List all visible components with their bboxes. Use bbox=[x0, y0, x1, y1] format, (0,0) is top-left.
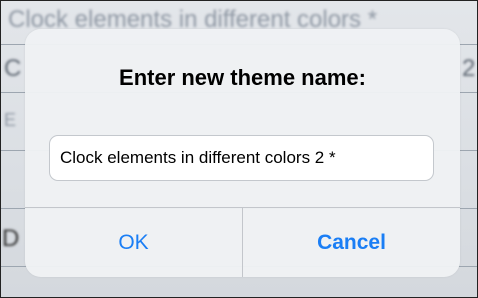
background-edge bbox=[0, 30, 1, 150]
background-row-text: C bbox=[4, 55, 22, 82]
cancel-button[interactable]: Cancel bbox=[242, 208, 460, 277]
background-divider bbox=[0, 0, 478, 1]
ok-button[interactable]: OK bbox=[25, 208, 242, 277]
theme-name-dialog: Enter new theme name: Clock elements in … bbox=[25, 29, 460, 277]
theme-name-input[interactable]: Clock elements in different colors 2 * bbox=[49, 135, 434, 181]
dialog-actions: OK Cancel bbox=[25, 207, 460, 277]
background-row-suffix: 2 bbox=[462, 55, 476, 82]
background-row-text: D bbox=[2, 225, 20, 252]
dialog-title: Enter new theme name: bbox=[119, 65, 366, 90]
background-row-text: E bbox=[4, 110, 17, 130]
